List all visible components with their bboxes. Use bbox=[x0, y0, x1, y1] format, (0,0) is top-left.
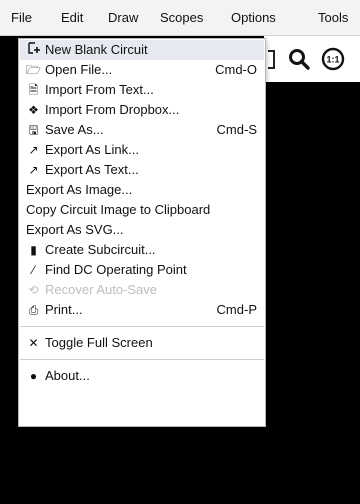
menu-item-new-blank-circuit[interactable]: New Blank Circuit bbox=[20, 40, 264, 60]
menu-item-export-as-image[interactable]: Export As Image... bbox=[20, 180, 264, 200]
menu-separator bbox=[20, 359, 264, 360]
menu-item-import-from-text[interactable]: 🗎 Import From Text... bbox=[20, 80, 264, 100]
menu-scopes[interactable]: Scopes bbox=[160, 10, 203, 25]
shortcut-label: Cmd-O bbox=[215, 62, 257, 77]
magic-wand-icon: ⁄ bbox=[32, 263, 35, 277]
menu-item-recover-auto-save: ⟲ Recover Auto-Save bbox=[20, 280, 264, 300]
export-icon: ↗ bbox=[28, 163, 39, 177]
chip-icon: ▮ bbox=[30, 243, 37, 257]
undo-icon[interactable] bbox=[267, 48, 277, 70]
shortcut-label: Cmd-P bbox=[216, 302, 257, 317]
menu-edit[interactable]: Edit bbox=[61, 10, 83, 25]
new-circuit-icon bbox=[26, 40, 41, 60]
zoom-1-1-icon[interactable]: 1:1 bbox=[321, 47, 345, 71]
toolbar: 1:1 bbox=[264, 36, 360, 82]
menu-draw[interactable]: Draw bbox=[108, 10, 138, 25]
svg-text:1:1: 1:1 bbox=[326, 55, 339, 65]
menu-item-create-subcircuit[interactable]: ▮ Create Subcircuit... bbox=[20, 240, 264, 260]
menu-bar: File Edit Draw Scopes Options Tools bbox=[0, 0, 360, 36]
menu-item-save-as[interactable]: 🖫 Save As... Cmd-S bbox=[20, 120, 264, 140]
menu-tools[interactable]: Tools bbox=[318, 10, 348, 25]
menu-item-export-as-text[interactable]: ↗ Export As Text... bbox=[20, 160, 264, 180]
menu-item-open-file[interactable]: 🗁 Open File... Cmd-O bbox=[20, 60, 264, 80]
folder-open-icon: 🗁 bbox=[26, 63, 41, 77]
menu-item-export-as-svg[interactable]: Export As SVG... bbox=[20, 220, 264, 240]
menu-item-export-as-link[interactable]: ↗ Export As Link... bbox=[20, 140, 264, 160]
shortcut-label: Cmd-S bbox=[216, 122, 257, 137]
menu-item-print[interactable]: ⎙ Print... Cmd-P bbox=[20, 300, 264, 320]
menu-separator bbox=[20, 326, 264, 327]
fullscreen-icon: ✕ bbox=[28, 336, 39, 350]
menu-item-about[interactable]: ● About... bbox=[20, 366, 264, 386]
menu-options[interactable]: Options bbox=[231, 10, 276, 25]
dropbox-icon: ❖ bbox=[28, 103, 39, 117]
menu-item-copy-circuit-image[interactable]: Copy Circuit Image to Clipboard bbox=[20, 200, 264, 220]
search-icon[interactable] bbox=[288, 48, 310, 70]
menu-item-import-from-dropbox[interactable]: ❖ Import From Dropbox... bbox=[20, 100, 264, 120]
export-icon: ↗ bbox=[28, 143, 39, 157]
info-icon: ● bbox=[29, 369, 38, 383]
file-menu-dropdown: New Blank Circuit 🗁 Open File... Cmd-O 🗎 I… bbox=[18, 38, 266, 427]
save-icon: 🖫 bbox=[28, 123, 39, 137]
text-file-icon: 🗎 bbox=[28, 83, 39, 97]
menu-item-toggle-full-screen[interactable]: ✕ Toggle Full Screen bbox=[20, 333, 264, 353]
print-icon: ⎙ bbox=[28, 303, 39, 317]
history-icon: ⟲ bbox=[28, 283, 39, 297]
menu-item-find-dc-operating-point[interactable]: ⁄ Find DC Operating Point bbox=[20, 260, 264, 280]
menu-file[interactable]: File bbox=[11, 10, 32, 25]
